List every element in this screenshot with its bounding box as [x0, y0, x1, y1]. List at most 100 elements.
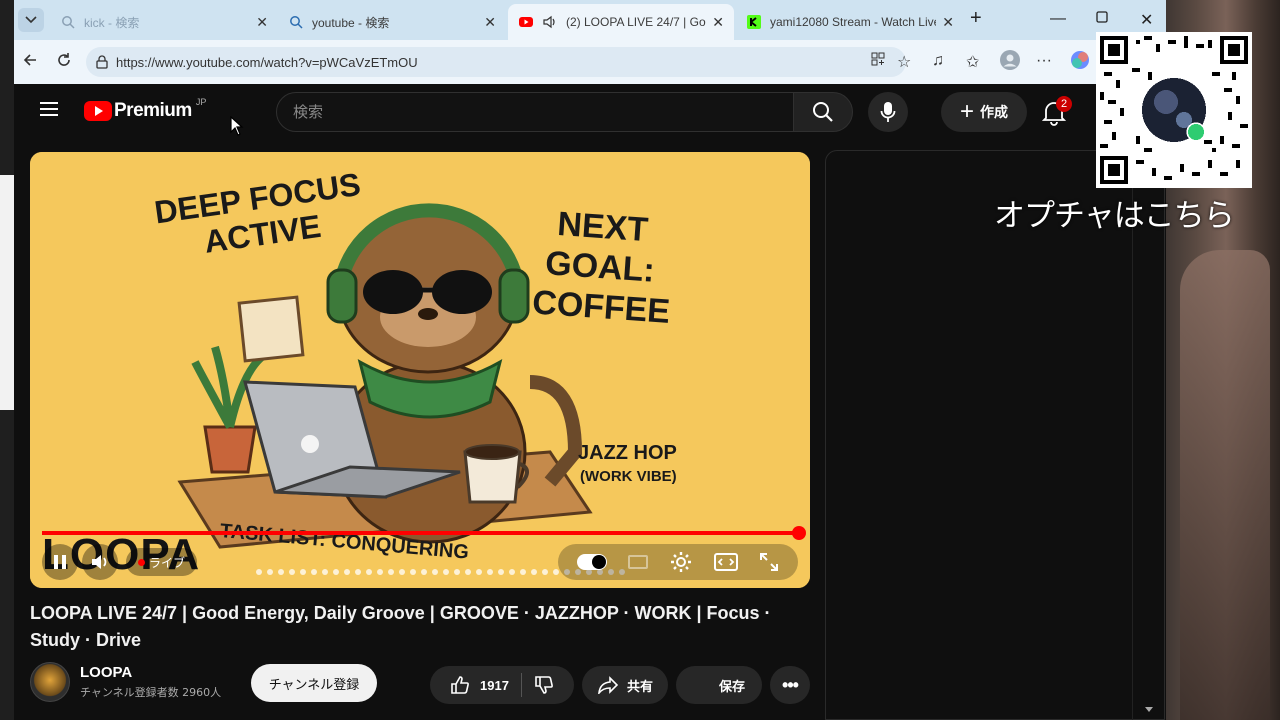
live-chat-panel [825, 150, 1165, 720]
youtube-play-icon [84, 101, 112, 121]
reload-icon [58, 53, 70, 66]
channel-avatar[interactable] [30, 662, 70, 702]
search-button[interactable] [793, 92, 853, 132]
search-icon [288, 14, 304, 30]
create-label: 作成 [980, 104, 1008, 120]
tab-title: kick - 検索 [84, 15, 140, 30]
site-info-icon[interactable] [96, 55, 108, 74]
volume-button[interactable] [82, 544, 118, 580]
video-title: LOOPA LIVE 24/7 | Good Energy, Daily Gro… [30, 603, 771, 650]
thumbs-down-icon [535, 676, 553, 694]
youtube-premium-logo[interactable]: Premium JP [84, 97, 207, 122]
tab-title: (2) LOOPA LIVE 24/7 | Good E [566, 15, 706, 29]
player-controls-left: ライブ [42, 544, 198, 580]
settings-gear-icon[interactable] [670, 551, 692, 573]
pause-button[interactable] [42, 544, 78, 580]
close-tab-icon[interactable]: ✕ [256, 14, 268, 31]
minimize-button[interactable]: — [1050, 10, 1066, 28]
reload-button[interactable] [56, 52, 72, 73]
subscribe-button[interactable]: チャンネル登録 [251, 664, 377, 702]
qr-code[interactable] [1096, 32, 1252, 188]
live-label: ライブ [149, 555, 186, 570]
fullscreen-icon[interactable] [759, 552, 779, 572]
channel-name[interactable]: LOOPA [80, 664, 221, 681]
page-scrollbar[interactable] [1132, 150, 1166, 720]
plus-icon: + [959, 98, 974, 125]
browser-window: kick - 検索 ✕ youtube - 検索 ✕ (2) LOOPA LIV… [14, 0, 1166, 720]
autoplay-toggle[interactable] [576, 554, 607, 570]
favorites-icon[interactable]: ✩ [966, 52, 979, 72]
share-label: 共有 [626, 678, 653, 694]
close-window-button[interactable]: ✕ [1140, 10, 1153, 30]
close-tab-icon[interactable]: ✕ [942, 14, 954, 31]
close-tab-icon[interactable]: ✕ [712, 14, 724, 31]
share-arrow-icon [598, 676, 619, 694]
url-field[interactable]: https://www.youtube.com/watch?v=pWCaVzET… [86, 47, 906, 77]
more-menu-icon[interactable]: ··· [1036, 52, 1052, 70]
live-dot-icon [138, 558, 145, 566]
notification-badge: 2 [1056, 96, 1072, 112]
tab-title: youtube - 検索 [312, 15, 390, 30]
pause-icon [54, 555, 66, 569]
like-divider [520, 673, 522, 697]
speaker-icon[interactable] [542, 14, 558, 30]
share-button[interactable]: 共有 [582, 666, 668, 704]
thumbnail-text-right-sub: (WORK VIBE) [580, 468, 677, 485]
subscriber-count: チャンネル登録者数 2960人 [80, 686, 222, 699]
thumbnail-text-top-right: NEXT GOAL: COFFEE [531, 204, 672, 331]
menu-icon[interactable] [40, 102, 58, 116]
profile-avatar[interactable] [1000, 50, 1020, 75]
channel-info: LOOPA チャンネル登録者数 2960人 [30, 662, 221, 702]
thumbs-up-icon [451, 676, 469, 694]
like-button[interactable]: 1917 [450, 666, 509, 704]
progress-bar[interactable] [42, 531, 798, 535]
notifications-button[interactable]: 2 [1042, 96, 1072, 126]
logo-region: JP [195, 97, 207, 107]
create-button[interactable]: + 作成 [941, 92, 1027, 132]
video-thumbnail-art [30, 152, 810, 588]
desktop-edge [0, 0, 14, 720]
progress-scrubber[interactable] [792, 526, 806, 540]
player-controls-right [558, 544, 798, 580]
app-available-icon[interactable] [871, 52, 885, 71]
favorite-star-icon[interactable]: ☆ [897, 52, 911, 72]
chevron-down-icon [25, 16, 37, 24]
video-player[interactable]: DEEP FOCUS ACTIVE NEXT GOAL: COFFEE JAZZ… [30, 152, 810, 588]
kick-icon [746, 14, 762, 30]
scroll-down-arrow-icon[interactable] [1144, 706, 1154, 714]
search-icon [60, 14, 76, 30]
live-badge[interactable]: ライブ [126, 548, 198, 576]
youtube-header: Premium JP + 作成 2 [14, 84, 1166, 140]
tab-kick-search[interactable]: kick - 検索 ✕ [50, 4, 278, 40]
url-text: https://www.youtube.com/watch?v=pWCaVzET… [116, 54, 418, 70]
voice-search-button[interactable] [868, 92, 908, 132]
close-tab-icon[interactable]: ✕ [484, 14, 496, 31]
search-input[interactable] [293, 103, 773, 121]
maximize-icon [1096, 11, 1108, 23]
qr-code-icon [1100, 36, 1248, 184]
dislike-button[interactable] [534, 666, 554, 704]
tab-kick-stream[interactable]: yami12080 Stream - Watch Live o ✕ [736, 4, 964, 40]
mouse-cursor-icon [230, 116, 244, 136]
tab-youtube-video[interactable]: (2) LOOPA LIVE 24/7 | Good E ✕ [508, 4, 734, 40]
like-count: 1917 [480, 677, 509, 693]
copilot-icon[interactable] [1070, 50, 1090, 75]
search-box [276, 92, 794, 132]
volume-icon [92, 555, 107, 569]
qr-caption: オプチャはこちら [994, 198, 1235, 234]
microphone-icon [880, 102, 896, 122]
save-button[interactable]: 保存 [676, 666, 762, 704]
subtitles-icon[interactable] [628, 555, 649, 569]
more-dots-icon: ••• [782, 674, 799, 695]
media-control-icon[interactable]: ♫ [932, 52, 944, 70]
tab-youtube-search[interactable]: youtube - 検索 ✕ [278, 4, 506, 40]
save-label: 保存 [718, 678, 745, 694]
new-tab-button[interactable]: + [970, 7, 982, 30]
maximize-button[interactable] [1096, 10, 1108, 28]
address-bar-row: https://www.youtube.com/watch?v=pWCaVzET… [14, 40, 1166, 84]
more-actions-button[interactable]: ••• [770, 666, 810, 704]
theater-mode-icon[interactable] [713, 553, 738, 571]
arrow-left-icon [23, 54, 36, 66]
back-button[interactable] [22, 52, 38, 73]
tab-actions-button[interactable] [18, 8, 44, 32]
